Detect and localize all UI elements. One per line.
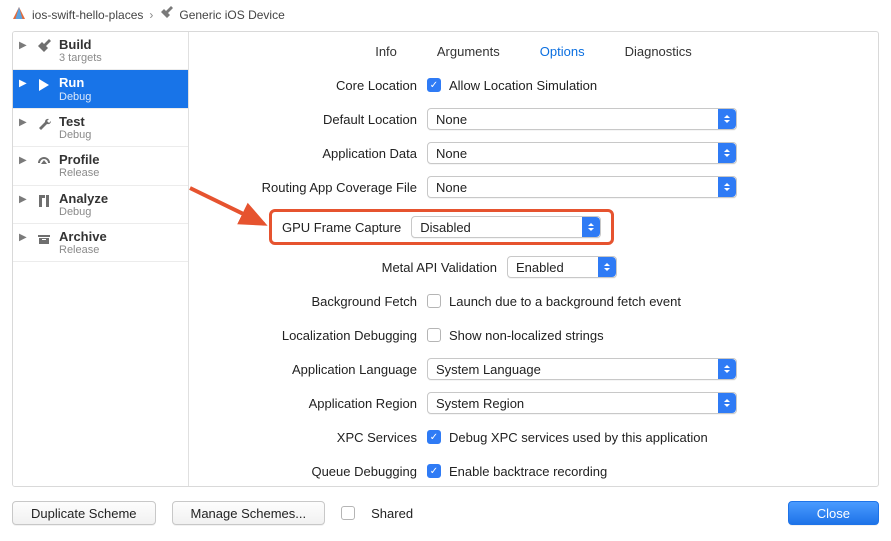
select-value: Disabled	[420, 220, 471, 235]
updown-icon	[718, 359, 736, 379]
sidebar-item-sublabel: 3 targets	[59, 52, 102, 64]
sidebar-item-profile[interactable]: ▶ ProfileRelease	[13, 147, 188, 185]
tab-arguments[interactable]: Arguments	[437, 44, 500, 59]
updown-icon	[598, 257, 616, 277]
metal-validation-label: Metal API Validation	[209, 260, 497, 275]
select-value: None	[436, 146, 467, 161]
metal-validation-select[interactable]: Enabled	[507, 256, 617, 278]
sidebar-item-archive[interactable]: ▶ ArchiveRelease	[13, 224, 188, 262]
background-fetch-checkbox[interactable]	[427, 294, 441, 308]
app-icon	[12, 6, 26, 23]
allow-location-simulation-label: Allow Location Simulation	[449, 78, 597, 93]
disclosure-triangle-icon[interactable]: ▶	[19, 192, 29, 205]
sidebar-item-test[interactable]: ▶ TestDebug	[13, 109, 188, 147]
sidebar-item-sublabel: Debug	[59, 91, 91, 103]
queue-debugging-label: Queue Debugging	[209, 464, 417, 479]
sidebar-item-label: Analyze	[59, 192, 108, 206]
application-data-label: Application Data	[209, 146, 417, 161]
updown-icon	[718, 109, 736, 129]
sidebar-item-label: Build	[59, 38, 102, 52]
scheme-sidebar: ▶ Build3 targets ▶ RunDebug ▶ TestDebug …	[13, 32, 189, 486]
queue-debugging-checkbox[interactable]: ✓	[427, 464, 441, 478]
gauge-icon	[35, 153, 53, 170]
gpu-frame-capture-highlight: GPU Frame Capture Disabled	[269, 209, 614, 245]
sidebar-item-label: Profile	[59, 153, 99, 167]
disclosure-triangle-icon[interactable]: ▶	[19, 38, 29, 51]
xpc-services-checkbox[interactable]: ✓	[427, 430, 441, 444]
breadcrumb-separator: ›	[149, 8, 153, 22]
dialog-footer: Duplicate Scheme Manage Schemes... Share…	[0, 495, 891, 525]
disclosure-triangle-icon[interactable]: ▶	[19, 115, 29, 128]
xpc-services-text: Debug XPC services used by this applicat…	[449, 430, 708, 445]
tab-bar: Info Arguments Options Diagnostics	[209, 44, 858, 59]
shared-label: Shared	[371, 506, 413, 521]
play-icon	[35, 76, 53, 93]
localization-debugging-checkbox[interactable]	[427, 328, 441, 342]
background-fetch-label: Background Fetch	[209, 294, 417, 309]
select-value: System Language	[436, 362, 541, 377]
sidebar-item-sublabel: Debug	[59, 206, 108, 218]
wrench-icon	[35, 115, 53, 132]
sidebar-item-analyze[interactable]: ▶ AnalyzeDebug	[13, 186, 188, 224]
scheme-editor-panel: ▶ Build3 targets ▶ RunDebug ▶ TestDebug …	[12, 31, 879, 487]
archive-icon	[35, 230, 53, 247]
disclosure-triangle-icon[interactable]: ▶	[19, 230, 29, 243]
duplicate-scheme-button[interactable]: Duplicate Scheme	[12, 501, 156, 525]
sidebar-item-sublabel: Release	[59, 244, 107, 256]
gpu-frame-capture-label: GPU Frame Capture	[282, 220, 401, 235]
hammer-icon	[159, 6, 173, 23]
tab-info[interactable]: Info	[375, 44, 397, 59]
default-location-label: Default Location	[209, 112, 417, 127]
disclosure-triangle-icon[interactable]: ▶	[19, 153, 29, 166]
updown-icon	[718, 393, 736, 413]
sidebar-item-label: Archive	[59, 230, 107, 244]
gpu-frame-capture-select[interactable]: Disabled	[411, 216, 601, 238]
application-language-label: Application Language	[209, 362, 417, 377]
tab-diagnostics[interactable]: Diagnostics	[625, 44, 692, 59]
localization-debugging-text: Show non-localized strings	[449, 328, 604, 343]
sidebar-item-sublabel: Release	[59, 167, 99, 179]
queue-debugging-text: Enable backtrace recording	[449, 464, 607, 479]
default-location-select[interactable]: None	[427, 108, 737, 130]
hammer-icon	[35, 38, 53, 55]
disclosure-triangle-icon[interactable]: ▶	[19, 76, 29, 89]
application-region-select[interactable]: System Region	[427, 392, 737, 414]
updown-icon	[718, 143, 736, 163]
updown-icon	[718, 177, 736, 197]
sidebar-item-build[interactable]: ▶ Build3 targets	[13, 32, 188, 70]
select-value: None	[436, 180, 467, 195]
updown-icon	[582, 217, 600, 237]
core-location-label: Core Location	[209, 78, 417, 93]
application-data-select[interactable]: None	[427, 142, 737, 164]
scheme-options-pane: Info Arguments Options Diagnostics Core …	[189, 32, 878, 486]
analyze-icon	[35, 192, 53, 209]
close-button[interactable]: Close	[788, 501, 879, 525]
background-fetch-text: Launch due to a background fetch event	[449, 294, 681, 309]
breadcrumb: ios-swift-hello-places › Generic iOS Dev…	[0, 0, 891, 31]
sidebar-item-run[interactable]: ▶ RunDebug	[13, 70, 188, 108]
routing-coverage-select[interactable]: None	[427, 176, 737, 198]
manage-schemes-button[interactable]: Manage Schemes...	[172, 501, 326, 525]
sidebar-item-label: Run	[59, 76, 91, 90]
application-language-select[interactable]: System Language	[427, 358, 737, 380]
select-value: System Region	[436, 396, 524, 411]
application-region-label: Application Region	[209, 396, 417, 411]
tab-options[interactable]: Options	[540, 44, 585, 59]
select-value: None	[436, 112, 467, 127]
sidebar-item-sublabel: Debug	[59, 129, 91, 141]
sidebar-item-label: Test	[59, 115, 91, 129]
localization-debugging-label: Localization Debugging	[209, 328, 417, 343]
shared-checkbox[interactable]	[341, 506, 355, 520]
select-value: Enabled	[516, 260, 564, 275]
allow-location-simulation-checkbox[interactable]: ✓	[427, 78, 441, 92]
xpc-services-label: XPC Services	[209, 430, 417, 445]
routing-coverage-label: Routing App Coverage File	[209, 180, 417, 195]
breadcrumb-project[interactable]: ios-swift-hello-places	[32, 8, 143, 22]
breadcrumb-target[interactable]: Generic iOS Device	[179, 8, 284, 22]
